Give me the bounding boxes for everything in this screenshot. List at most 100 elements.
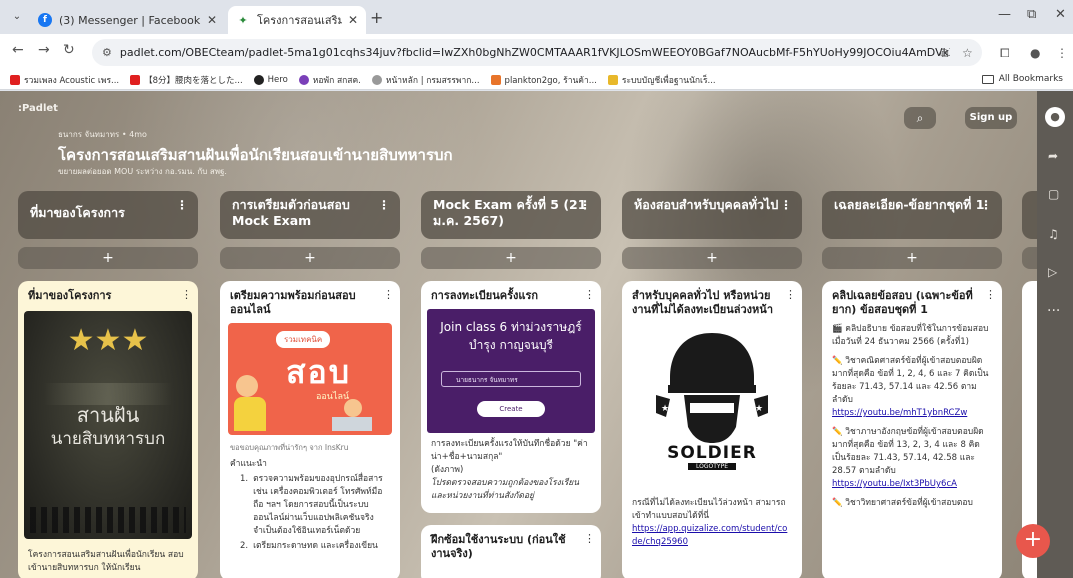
window-close-icon[interactable]: ✕ <box>1055 7 1066 22</box>
add-post-button[interactable]: + <box>421 247 601 269</box>
bookmark-item[interactable]: ระบบบัญชีเพื่อฐานนักเร็... <box>607 73 716 87</box>
add-post-button[interactable]: + <box>822 247 1002 269</box>
bookmark-label: plankton2go, ร้านค้า... <box>504 75 597 86</box>
section-header[interactable]: การเตรียมตัวก่อนสอบ Mock Exam ⋮ <box>220 191 400 239</box>
site-icon <box>371 74 382 85</box>
bookmark-star-icon[interactable]: ☆ <box>962 46 973 60</box>
more-icon[interactable]: ⋮ <box>383 288 394 301</box>
search-icon[interactable]: ⌕ <box>904 107 936 129</box>
logo-subtitle: LOGOTYPE <box>688 463 736 470</box>
shop-icon <box>490 74 501 85</box>
more-icon[interactable]: ⋮ <box>181 288 192 301</box>
add-post-fab-button[interactable]: + <box>1016 524 1050 558</box>
tab-search-icon[interactable]: ⌄ <box>8 8 26 26</box>
tab-label: โครงการสอนเสริมสานฝันเพื่อนักเรีย <box>257 14 342 27</box>
more-icon[interactable]: ⋮ <box>176 197 188 213</box>
section-header[interactable]: Mock Exam ครั้งที่ 5 (21 ม.ค. 2567) ⋮ <box>421 191 601 239</box>
bookmark-item[interactable]: Hero <box>253 74 288 85</box>
section-header[interactable]: ห้องสอบสำหรับบุคคลทั่วไป ⋮ <box>622 191 802 239</box>
remake-icon[interactable]: ▢ <box>1048 187 1059 201</box>
browser-toolbar: ← → ↻ ⚙ padlet.com/OBECteam/padlet-5ma1g… <box>0 34 1073 70</box>
reload-icon[interactable]: ↻ <box>63 42 75 58</box>
signup-button[interactable]: Sign up <box>965 107 1017 129</box>
section-title: การเตรียมตัวก่อนสอบ Mock Exam <box>232 197 350 228</box>
section-title: ห้องสอบสำหรับบุคคลทั่วไป <box>634 197 779 212</box>
site-icon <box>607 74 618 85</box>
bell-icon[interactable]: ♫ <box>1048 227 1059 241</box>
add-post-button[interactable]: + <box>220 247 400 269</box>
facebook-icon: f <box>38 13 52 27</box>
post-title: เตรียมความพร้อมก่อนสอบออนไลน์ <box>230 289 356 316</box>
section-header-partial[interactable] <box>1022 191 1037 239</box>
minimize-icon[interactable]: — <box>998 7 1011 22</box>
youtube-icon <box>130 74 141 85</box>
student-icon <box>236 375 258 397</box>
post-card[interactable]: การลงทะเบียนครั้งแรก ⋮ Join class 6 ท่าม… <box>421 281 601 513</box>
section-title: Mock Exam ครั้งที่ 5 (21 ม.ค. 2567) <box>433 197 587 228</box>
restore-icon[interactable]: ⧉ <box>1027 7 1036 22</box>
tab-label: (3) Messenger | Facebook <box>59 13 201 27</box>
more-icon[interactable]: ⋮ <box>980 197 992 213</box>
post-card[interactable]: ฝึกซ้อมใช้งานระบบ (ก่อนใช้งานจริง) ⋮ <box>421 525 601 578</box>
padlet-favicon-icon: ✦ <box>236 13 250 27</box>
tab-padlet[interactable]: ✦ โครงการสอนเสริมสานฝันเพื่อนักเรีย ✕ <box>228 6 366 34</box>
more-options-icon[interactable]: ··· <box>1047 303 1060 319</box>
back-icon[interactable]: ← <box>12 42 24 58</box>
add-post-button-partial[interactable] <box>1022 247 1037 269</box>
more-icon[interactable]: ⋮ <box>780 197 792 213</box>
more-icon[interactable]: ⋮ <box>985 288 996 301</box>
bookmark-label: Hero <box>267 74 288 85</box>
add-post-button[interactable]: + <box>622 247 802 269</box>
extensions-icon[interactable]: ⧠ <box>1000 46 1010 61</box>
bookmark-item[interactable]: plankton2go, ร้านค้า... <box>490 73 597 87</box>
bookmark-item[interactable]: 【8分】腰肉を落とした... <box>130 74 243 86</box>
post-note: โปรดตรวจสอบความถูกต้องของโรงเรียนและหน่ว… <box>431 478 580 501</box>
post-card[interactable]: เตรียมความพร้อมก่อนสอบออนไลน์ ⋮ รวมเทคนิ… <box>220 281 400 578</box>
install-app-icon[interactable]: ⧉ <box>940 46 949 61</box>
join-class-title: Join class 6 ท่าม่วงราษฎร์ <box>440 320 582 334</box>
post-card[interactable]: คลิปเฉลยข้อสอบ (เฉพาะข้อที่ยาก) ข้อสอบชุ… <box>822 281 1002 578</box>
bookmark-item[interactable]: รวมเพลง Acoustic เพร... <box>10 73 119 87</box>
post-body: ✏️ วิชาวิทยาศาสตร์ข้อที่ผู้เข้าสอบตอบ <box>832 498 973 508</box>
quiz-link[interactable]: https://app.quizalize.com/student/code/c… <box>622 523 802 549</box>
forward-icon[interactable]: → <box>38 42 50 58</box>
post-card[interactable]: ที่มาของโครงการ ⋮ ★★★ สานฝัน นายสิบทหารบ… <box>18 281 198 578</box>
youtube-link[interactable]: https://youtu.be/mhT1ybnRCZw <box>822 407 1002 420</box>
post-card[interactable]: สำหรับบุคคลทั่วไป หรือหน่วยงานที่ไม่ได้ล… <box>622 281 802 578</box>
padlet-account-icon[interactable]: ● <box>1045 107 1065 127</box>
url-text[interactable]: padlet.com/OBECteam/padlet-5ma1g01cqhs34… <box>120 46 950 59</box>
art-label: รวมเทคนิค <box>276 331 331 348</box>
more-icon[interactable]: ⋮ <box>584 288 595 301</box>
add-post-button[interactable]: + <box>18 247 198 269</box>
browser-menu-icon[interactable]: ⋮ <box>1056 46 1068 60</box>
instruction-item: 1. ตรวจความพร้อมของอุปกรณ์สื่อสาร เช่น เค… <box>220 471 400 538</box>
join-class-subtitle: บำรุง กาญจนบุรี <box>469 338 553 352</box>
section-header[interactable]: ที่มาของโครงการ ⋮ <box>18 191 198 239</box>
more-icon[interactable]: ⋮ <box>584 532 595 545</box>
youtube-link[interactable]: https://youtu.be/Ixt3PbUy6cA <box>822 478 1002 491</box>
section-header[interactable]: เฉลยละเอียด-ข้อยากชุดที่ 1 ⋮ <box>822 191 1002 239</box>
more-icon[interactable]: ⋮ <box>785 288 796 301</box>
instruction-text: ตรวจความพร้อมของอุปกรณ์สื่อสาร เช่น เครื… <box>253 474 383 536</box>
tab-messenger[interactable]: f (3) Messenger | Facebook ✕ <box>30 6 225 34</box>
padlet-logo[interactable]: :Padlet <box>18 103 58 114</box>
close-icon[interactable]: ✕ <box>348 13 358 27</box>
slideshow-icon[interactable]: ▷ <box>1048 265 1057 279</box>
address-bar[interactable]: ⚙ padlet.com/OBECteam/padlet-5ma1g01cqhs… <box>92 39 982 66</box>
all-bookmarks-label: All Bookmarks <box>998 74 1063 84</box>
site-info-icon[interactable]: ⚙ <box>102 46 112 59</box>
bookmark-item[interactable]: หน้าหลัก | กรมสรรพาก... <box>371 73 480 87</box>
post-body: กรณีที่ไม่ได้ลงทะเบียนไว้ล่วงหน้า สามารถ… <box>632 498 786 521</box>
page-title: โครงการสอนเสริมสานฝันเพื่อนักเรียนสอบเข้… <box>58 146 453 164</box>
bookmark-label: รวมเพลง Acoustic เพร... <box>24 75 120 86</box>
bookmark-item[interactable]: หอพัก สกสค. <box>298 73 361 87</box>
more-icon[interactable]: ⋮ <box>378 197 390 213</box>
more-icon[interactable]: ⋮ <box>579 197 591 213</box>
profile-icon[interactable]: ● <box>1030 46 1040 60</box>
svg-text:★: ★ <box>755 404 763 414</box>
all-bookmarks-button[interactable]: All Bookmarks <box>981 74 1063 84</box>
new-tab-button[interactable]: + <box>370 8 383 27</box>
share-icon[interactable]: ➦ <box>1048 149 1058 163</box>
close-icon[interactable]: ✕ <box>207 13 217 27</box>
post-body: ✏️ วิชาคณิตศาสตร์ข้อที่ผู้เข้าสอบตอบผิดม… <box>832 356 989 405</box>
